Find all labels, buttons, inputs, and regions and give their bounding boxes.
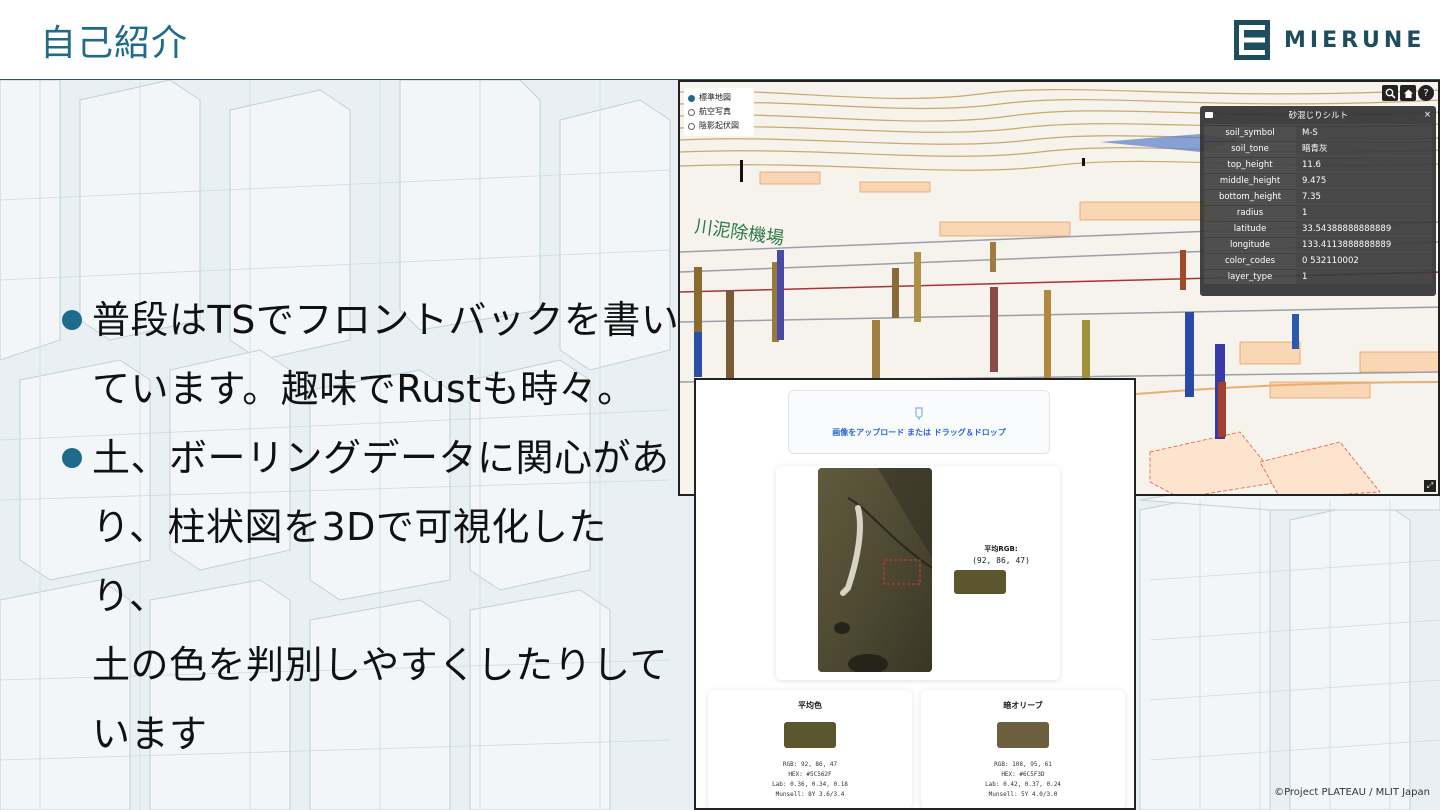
color-swatch [997, 722, 1049, 748]
color-lab: Lab: 0.36, 0.34, 0.18 [772, 781, 848, 788]
mierune-logo: MIERUNE [1234, 18, 1425, 62]
color-rgb: RGB: 108, 95, 61 [994, 761, 1052, 768]
bullet-line: 土の色を判別しやすくしたりして [92, 643, 668, 687]
color-rgb: RGB: 92, 86, 47 [782, 761, 838, 768]
radio-icon[interactable] [688, 122, 695, 130]
analysis-result-card: 平均RGB: (92, 86, 47) [776, 466, 1060, 680]
slide-title: 自己紹介 [40, 23, 189, 64]
bullet-line: り、柱状図を3Dで可視化したり、 [92, 505, 607, 618]
info-row: layer_type 1 [1204, 268, 1432, 284]
info-rows: soil_symbol M-S soil_tone 暗青灰 top_height 11.6… [1200, 124, 1436, 284]
info-value: M-S [1296, 125, 1432, 140]
info-key: soil_tone [1204, 141, 1296, 156]
info-key: soil_symbol [1204, 125, 1296, 140]
slide-header: 自己紹介 MIERUNE [0, 0, 1440, 80]
layer-switcher: 標準地図 航空写真 陰影起伏図 [684, 88, 754, 136]
info-value: 133.4113888888889 [1296, 237, 1432, 252]
upload-icon [915, 406, 923, 420]
info-key: top_height [1204, 157, 1296, 172]
info-value: 1 [1296, 269, 1432, 284]
bullet-text: 土、ボーリングデータに関心があ り、柱状図を3Dで可視化したり、 土の色を判別し… [92, 424, 682, 769]
soil-color-app-screenshot: 画像をアップロード または ドラッグ＆ドロップ 平均RGB: (92, 86, … [694, 378, 1136, 810]
bullet-line: 土、ボーリングデータに関心があ [92, 436, 670, 480]
info-panel-title: 砂混じりシルト [1288, 111, 1349, 121]
info-panel-header: 砂混じりシルト × [1200, 106, 1436, 124]
bullet-dot [62, 448, 82, 468]
info-row: middle_height 9.475 [1204, 172, 1432, 188]
color-munsell: Munsell: 5Y 4.0/3.0 [988, 791, 1058, 798]
close-icon[interactable]: × [1424, 110, 1431, 120]
bullet-line: います [92, 712, 208, 756]
upload-dropzone[interactable]: 画像をアップロード または ドラッグ＆ドロップ [788, 390, 1050, 454]
bullet-line: ています。趣味でRustも時々。 [92, 367, 636, 411]
color-card-info: RGB: 108, 95, 61 HEX: #6C5F3D Lab: 0.42,… [921, 760, 1125, 800]
info-key: middle_height [1204, 173, 1296, 188]
bullet-text: 普段はTSでフロントバックを書い ています。趣味でRustも時々。 [92, 286, 679, 424]
info-key: latitude [1204, 221, 1296, 236]
average-color-swatch [954, 570, 1006, 594]
info-key: longitude [1204, 237, 1296, 252]
color-hex: HEX: #5C562F [788, 771, 832, 778]
info-value: 7.35 [1296, 189, 1432, 204]
info-value: 1 [1296, 205, 1432, 220]
logo-text: MIERUNE [1284, 27, 1426, 53]
color-card-title: 暗オリーブ [1003, 701, 1043, 710]
info-value: 9.475 [1296, 173, 1432, 188]
color-card-average: 平均色 RGB: 92, 86, 47 HEX: #5C562F Lab: 0.… [708, 690, 912, 808]
info-value: 33.54388888888889 [1296, 221, 1432, 236]
radio-selected-icon[interactable] [688, 94, 695, 102]
home-icon[interactable] [1400, 85, 1416, 101]
color-hex: HEX: #6C5F3D [1001, 771, 1045, 778]
search-icon[interactable] [1382, 85, 1398, 101]
info-value: 11.6 [1296, 157, 1432, 172]
feature-info-panel: 砂混じりシルト × soil_symbol M-S soil_tone 暗青灰 top_… [1200, 106, 1436, 296]
color-lab: Lab: 0.42, 0.37, 0.24 [985, 781, 1061, 788]
layer-option-standard[interactable]: 標準地図 [688, 91, 750, 105]
color-swatch [784, 722, 836, 748]
info-key: bottom_height [1204, 189, 1296, 204]
info-row: color_codes 0 532110002 [1204, 252, 1432, 268]
average-rgb-value: (92, 86, 47) [972, 556, 1030, 565]
info-key: color_codes [1204, 253, 1296, 268]
bullet-item: 普段はTSでフロントバックを書い ています。趣味でRustも時々。 [62, 286, 682, 424]
fullscreen-icon[interactable]: ⤢ [1424, 480, 1436, 492]
info-value: 暗青灰 [1296, 141, 1432, 156]
soil-photo [818, 468, 932, 672]
color-munsell: Munsell: 8Y 3.6/3.4 [775, 791, 845, 798]
color-card-title: 平均色 [798, 701, 822, 710]
camera-icon[interactable] [1205, 112, 1213, 118]
info-row: soil_symbol M-S [1204, 124, 1432, 140]
info-key: radius [1204, 205, 1296, 220]
info-row: radius 1 [1204, 204, 1432, 220]
info-row: longitude 133.4113888888889 [1204, 236, 1432, 252]
radio-icon[interactable] [688, 108, 695, 116]
info-row: latitude 33.54388888888889 [1204, 220, 1432, 236]
color-card-info: RGB: 92, 86, 47 HEX: #5C562F Lab: 0.36, … [708, 760, 912, 800]
bullet-item: 土、ボーリングデータに関心があ り、柱状図を3Dで可視化したり、 土の色を判別し… [62, 424, 682, 769]
info-row: top_height 11.6 [1204, 156, 1432, 172]
mierune-logo-icon [1234, 20, 1270, 60]
upload-label: 画像をアップロード または ドラッグ＆ドロップ [832, 427, 1006, 437]
map-toolbar: ? [1382, 85, 1434, 101]
help-icon[interactable]: ? [1418, 85, 1434, 101]
bullet-line: 普段はTSでフロントバックを書い [92, 298, 680, 342]
info-value: 0 532110002 [1296, 253, 1432, 268]
info-row: bottom_height 7.35 [1204, 188, 1432, 204]
bullet-dot [62, 310, 82, 330]
info-row: soil_tone 暗青灰 [1204, 140, 1432, 156]
layer-option-hillshade[interactable]: 陰影起伏図 [688, 119, 750, 133]
color-card-dark-olive: 暗オリーブ RGB: 108, 95, 61 HEX: #6C5F3D Lab:… [921, 690, 1125, 808]
layer-option-aerial[interactable]: 航空写真 [688, 105, 750, 119]
info-key: layer_type [1204, 269, 1296, 284]
image-credit: ©Project PLATEAU / MLIT Japan [1274, 787, 1430, 798]
average-rgb-label: 平均RGB: [984, 545, 1018, 553]
bullet-list: 普段はTSでフロントバックを書い ています。趣味でRustも時々。 土、ボーリン… [62, 286, 682, 769]
